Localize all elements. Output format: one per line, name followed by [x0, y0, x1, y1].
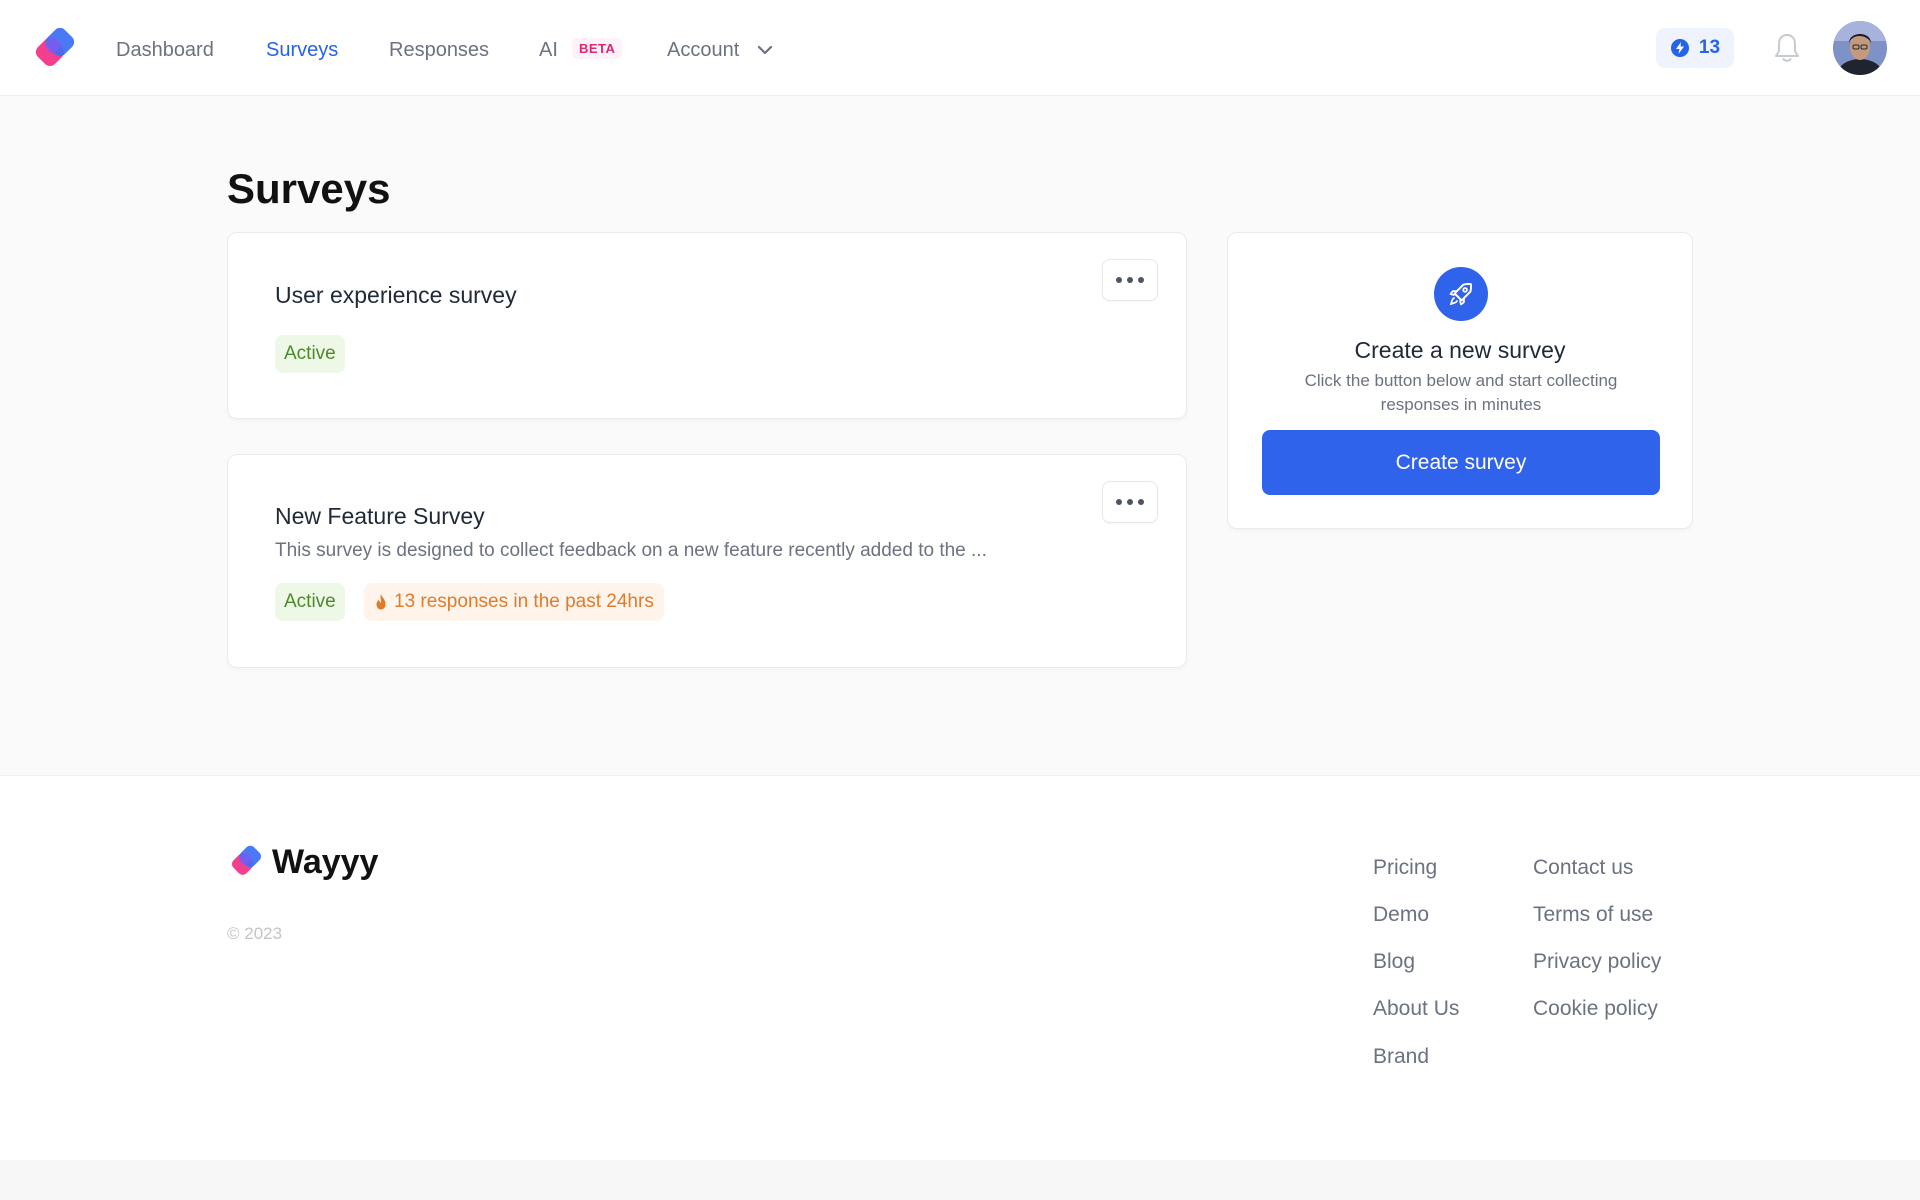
copyright: © 2023: [227, 924, 283, 943]
top-navbar: Dashboard Surveys Responses AI BETA Acco…: [0, 0, 1920, 96]
page-bottom-strip: [0, 1160, 1920, 1200]
more-options-button[interactable]: [1102, 259, 1158, 301]
footer-link-brand[interactable]: Brand: [1373, 1044, 1429, 1070]
survey-card[interactable]: User experience survey Active: [227, 232, 1187, 419]
fire-icon: [376, 594, 386, 610]
create-survey-button[interactable]: Create survey: [1262, 430, 1660, 495]
activity-text: 13 responses in the past 24hrs: [394, 591, 654, 612]
bolt-circle-icon: [1670, 39, 1689, 57]
footer-link-cookie[interactable]: Cookie policy: [1533, 996, 1658, 1022]
ellipsis-icon: [1116, 277, 1144, 283]
brand-name: Wayyy: [272, 843, 379, 881]
nav-link-account[interactable]: Account: [667, 38, 739, 62]
bell-icon[interactable]: [1772, 31, 1802, 65]
user-avatar[interactable]: [1833, 21, 1887, 75]
survey-card[interactable]: New Feature Survey This survey is design…: [227, 454, 1187, 668]
rocket-icon: [1434, 267, 1488, 321]
avatar-image: [1833, 21, 1887, 75]
more-options-button[interactable]: [1102, 481, 1158, 523]
nav-link-dashboard[interactable]: Dashboard: [116, 38, 214, 62]
nav-link-ai[interactable]: AI: [539, 38, 558, 62]
credits-button[interactable]: 13: [1656, 28, 1734, 68]
footer-link-contact-us[interactable]: Contact us: [1533, 855, 1633, 881]
footer-link-terms[interactable]: Terms of use: [1533, 902, 1653, 928]
footer-link-pricing[interactable]: Pricing: [1373, 855, 1437, 881]
rocket-glyph: [1449, 282, 1473, 306]
ellipsis-icon: [1116, 499, 1144, 505]
status-badge: Active: [275, 583, 345, 621]
survey-title[interactable]: User experience survey: [275, 281, 517, 309]
wayyy-logo-icon[interactable]: [32, 26, 78, 70]
wayyy-logo-icon[interactable]: [229, 844, 264, 878]
page-title: Surveys: [227, 165, 391, 212]
nav-link-responses[interactable]: Responses: [389, 38, 489, 62]
chevron-down-icon[interactable]: [756, 41, 774, 59]
footer: Wayyy © 2023 Pricing Demo Blog About Us …: [0, 775, 1920, 1160]
footer-link-blog[interactable]: Blog: [1373, 949, 1415, 975]
create-survey-title: Create a new survey: [1354, 337, 1566, 363]
footer-link-about-us[interactable]: About Us: [1373, 996, 1459, 1022]
create-survey-card: Create a new survey Click the button bel…: [1227, 232, 1693, 529]
footer-link-demo[interactable]: Demo: [1373, 902, 1429, 928]
survey-title[interactable]: New Feature Survey: [275, 502, 485, 530]
credits-count: 13: [1698, 37, 1721, 58]
survey-description: This survey is designed to collect feedb…: [275, 540, 987, 561]
activity-badge: 13 responses in the past 24hrs: [364, 583, 664, 621]
create-survey-subtitle: Click the button below and start collect…: [1304, 371, 1618, 414]
status-badge: Active: [275, 335, 345, 373]
nav-link-surveys[interactable]: Surveys: [266, 38, 338, 62]
beta-badge: BETA: [572, 38, 623, 59]
footer-link-privacy[interactable]: Privacy policy: [1533, 949, 1661, 975]
